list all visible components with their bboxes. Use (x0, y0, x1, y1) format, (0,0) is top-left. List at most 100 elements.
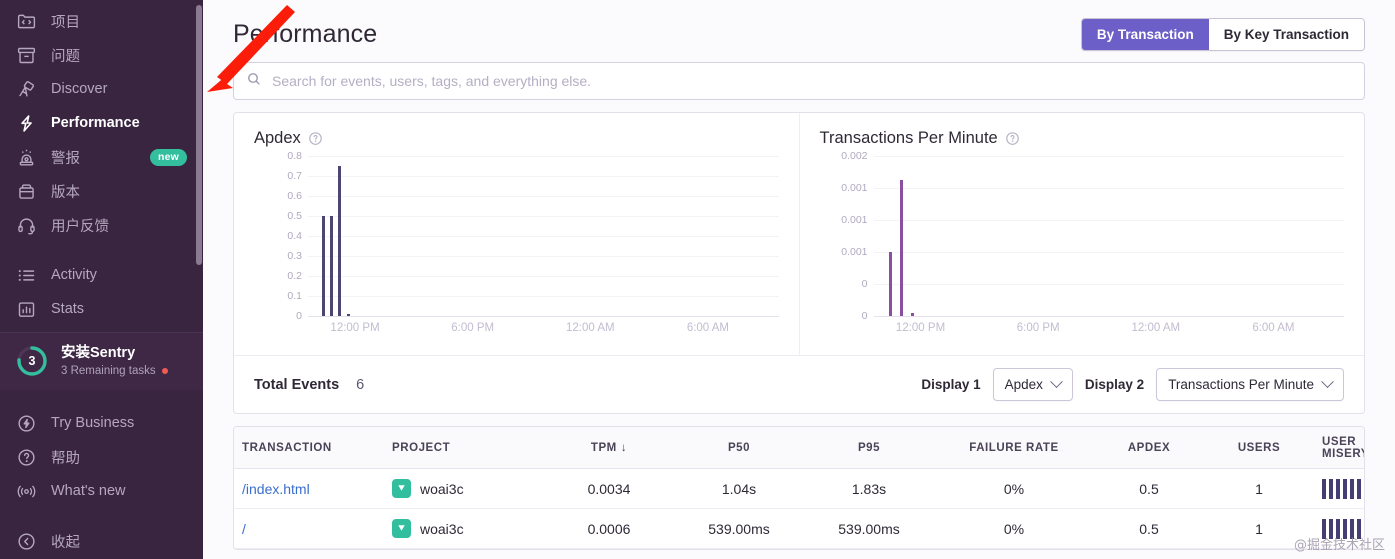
chart-tpm-title: Transactions Per Minute (820, 129, 998, 148)
project-chip[interactable]: woai3c (392, 519, 464, 538)
sidebar-item-help[interactable]: 帮助 (0, 440, 203, 474)
cell-p95: 539.00ms (804, 521, 934, 537)
onboarding-task-widget[interactable]: 3 安装Sentry 3 Remaining tasks (0, 333, 203, 390)
chevron-down-icon (1050, 375, 1063, 388)
y-axis-tick-label: 0 (862, 278, 868, 290)
sidebar-item-activity[interactable]: Activity (0, 258, 203, 292)
column-header-project[interactable]: PROJECT (384, 442, 544, 454)
chart-bar[interactable] (338, 166, 341, 316)
transaction-link[interactable]: / (242, 521, 246, 537)
sidebar-spacer (0, 242, 203, 258)
sidebar-item-try-business[interactable]: Try Business (0, 406, 203, 440)
chart-bar[interactable] (911, 313, 914, 316)
y-axis-tick-label: 0.3 (287, 250, 302, 262)
cell-apdex: 0.5 (1094, 481, 1204, 497)
sidebar-item-projects[interactable]: 项目 (0, 4, 203, 38)
sidebar: 项目 问题 Discover (0, 0, 203, 559)
sidebar-item-releases[interactable]: 版本 (0, 174, 203, 208)
y-axis-tick-label: 0.001 (841, 246, 867, 258)
column-header-failure-rate[interactable]: FAILURE RATE (934, 442, 1094, 454)
chart-bar[interactable] (322, 216, 325, 316)
search-input[interactable] (272, 73, 1352, 89)
cell-users: 1 (1204, 481, 1314, 497)
column-header-user-misery[interactable]: USER MISERY (1314, 436, 1365, 460)
sidebar-item-label: 警报 (51, 147, 80, 168)
column-header-tpm[interactable]: TPM ↓ (544, 442, 674, 454)
grid-line (308, 316, 779, 317)
alerts-siren-icon (16, 147, 37, 168)
view-toggle-group: By Transaction By Key Transaction (1081, 18, 1365, 51)
sidebar-item-issues[interactable]: 问题 (0, 38, 203, 72)
sidebar-item-label: 帮助 (51, 447, 80, 468)
y-axis-tick-label: 0.001 (841, 214, 867, 226)
table-header-row: TRANSACTION PROJECT TPM ↓ P50 P95 FAILUR… (234, 427, 1364, 469)
transactions-table: TRANSACTION PROJECT TPM ↓ P50 P95 FAILUR… (233, 426, 1365, 550)
sidebar-item-alerts[interactable]: 警报 new (0, 140, 203, 174)
sidebar-collapse-button[interactable]: 收起 (0, 524, 203, 558)
chart-apdex-xaxis: 12:00 PM6:00 PM12:00 AM6:00 AM (308, 322, 779, 342)
display2-label: Display 2 (1085, 377, 1144, 392)
chevron-down-icon (1321, 375, 1334, 388)
question-circle-icon[interactable] (308, 131, 323, 146)
chart-tpm-plot: 0.0020.0010.0010.00100 12:00 PM6:00 PM12… (820, 156, 1347, 351)
search-icon (246, 71, 262, 92)
activity-list-icon (16, 265, 37, 286)
column-header-p95[interactable]: P95 (804, 442, 934, 454)
chart-bar[interactable] (330, 216, 333, 316)
app-root: 项目 问题 Discover (0, 0, 1395, 559)
cell-p95: 1.83s (804, 481, 934, 497)
cell-project: woai3c (384, 519, 544, 538)
table-row[interactable]: /index.htmlwoai3c0.00341.04s1.83s0%0.51 (234, 469, 1364, 509)
sidebar-item-performance[interactable]: Performance (0, 106, 203, 140)
sidebar-item-whats-new[interactable]: What's new (0, 474, 203, 508)
toggle-by-key-transaction[interactable]: By Key Transaction (1209, 19, 1364, 50)
try-business-zap-circle-icon (16, 413, 37, 434)
chart-apdex-header: Apdex (254, 129, 781, 148)
chart-tpm-yaxis: 0.0020.0010.0010.00100 (820, 156, 868, 316)
y-axis-tick-label: 0.8 (287, 150, 302, 162)
chart-bar[interactable] (889, 252, 892, 316)
column-header-transaction[interactable]: TRANSACTION (234, 442, 384, 454)
total-events-label: Total Events (254, 377, 339, 393)
sort-desc-icon: ↓ (621, 442, 627, 454)
unread-dot-icon (162, 368, 168, 374)
user-misery-bars (1322, 479, 1365, 499)
chart-bar[interactable] (347, 314, 350, 316)
toggle-by-transaction[interactable]: By Transaction (1082, 19, 1209, 50)
cell-transaction: / (234, 521, 384, 537)
new-badge: new (150, 149, 187, 166)
cell-transaction: /index.html (234, 481, 384, 497)
search-bar[interactable] (233, 62, 1365, 100)
onboarding-progress-ring: 3 (16, 345, 48, 377)
cell-apdex: 0.5 (1094, 521, 1204, 537)
help-question-circle-icon (16, 447, 37, 468)
y-axis-tick-label: 0.4 (287, 230, 302, 242)
chart-bar[interactable] (900, 180, 903, 316)
cell-tpm: 0.0006 (544, 521, 674, 537)
cell-tpm: 0.0034 (544, 481, 674, 497)
y-axis-tick-label: 0.002 (841, 150, 867, 162)
display2-dropdown[interactable]: Transactions Per Minute (1156, 368, 1344, 401)
cell-p50: 1.04s (674, 481, 804, 497)
sidebar-item-discover[interactable]: Discover (0, 72, 203, 106)
grid-line (874, 316, 1345, 317)
performance-lightning-icon (16, 113, 37, 134)
onboarding-subtitle: 3 Remaining tasks (61, 364, 168, 378)
sidebar-scrollbar[interactable] (196, 5, 202, 265)
page-title: Performance (233, 20, 377, 49)
sidebar-item-stats[interactable]: Stats (0, 292, 203, 326)
chart-apdex-title: Apdex (254, 129, 301, 148)
sidebar-item-user-feedback[interactable]: 用户反馈 (0, 208, 203, 242)
project-chip[interactable]: woai3c (392, 479, 464, 498)
releases-package-icon (16, 181, 37, 202)
display1-dropdown[interactable]: Apdex (993, 368, 1073, 401)
chart-tpm-bars (874, 156, 1345, 316)
question-circle-icon[interactable] (1005, 131, 1020, 146)
issues-archive-icon (16, 45, 37, 66)
column-header-p50[interactable]: P50 (674, 442, 804, 454)
column-header-apdex[interactable]: APDEX (1094, 442, 1204, 454)
sidebar-item-label: 问题 (51, 45, 80, 66)
column-header-users[interactable]: USERS (1204, 442, 1314, 454)
table-row[interactable]: /woai3c0.0006539.00ms539.00ms0%0.51 (234, 509, 1364, 549)
transaction-link[interactable]: /index.html (242, 481, 310, 497)
